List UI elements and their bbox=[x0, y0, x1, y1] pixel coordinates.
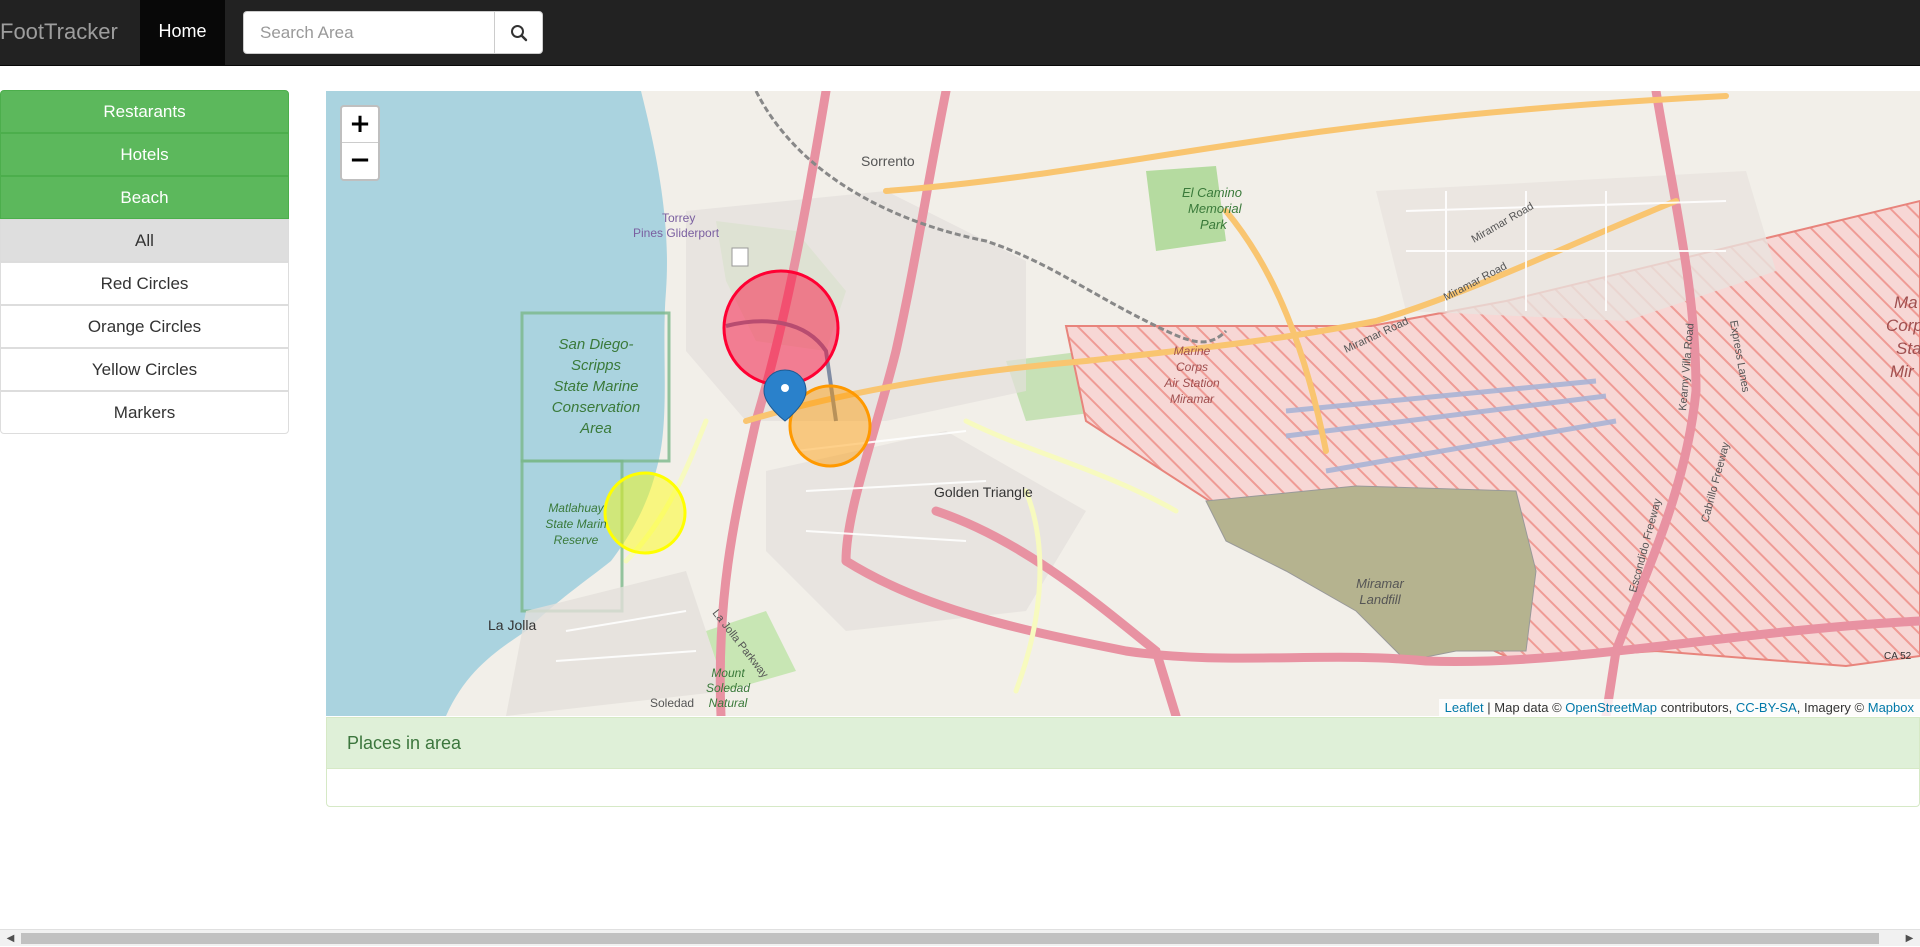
scroll-right-icon[interactable]: ▶ bbox=[1901, 930, 1918, 947]
filter-all-button[interactable]: All bbox=[0, 219, 289, 262]
label-landfill-2: Landfill bbox=[1359, 592, 1401, 607]
search-input[interactable] bbox=[243, 11, 494, 54]
label-marine-2: Corps bbox=[1176, 360, 1208, 374]
zoom-out-button[interactable]: − bbox=[342, 143, 378, 179]
search-icon bbox=[510, 24, 527, 41]
label-golden-triangle: Golden Triangle bbox=[934, 484, 1033, 500]
brand-logo[interactable]: FootTracker bbox=[0, 0, 118, 65]
scrollbar-thumb[interactable] bbox=[21, 933, 1879, 944]
label-marine-4: Miramar bbox=[1170, 392, 1215, 406]
label-marine-1: Marine bbox=[1174, 344, 1211, 358]
red-circle[interactable] bbox=[722, 269, 840, 387]
label-sdscripps-3: State Marine bbox=[553, 378, 638, 395]
map-attribution: Leaflet | Map data © OpenStreetMap contr… bbox=[1438, 699, 1920, 716]
osm-link[interactable]: OpenStreetMap bbox=[1565, 700, 1657, 715]
label-el-camino-2: Memorial bbox=[1188, 201, 1243, 216]
label-ca52: CA 52 bbox=[1884, 651, 1912, 662]
attribution-text-1: | Map data © bbox=[1483, 700, 1566, 715]
label-torrey: Torrey bbox=[662, 211, 695, 225]
layer-markers-button[interactable]: Markers bbox=[0, 391, 289, 434]
zoom-in-button[interactable]: + bbox=[342, 107, 378, 143]
leaflet-link[interactable]: Leaflet bbox=[1445, 700, 1484, 715]
label-matla-1: Matlahuay bbox=[548, 501, 604, 515]
label-mount-2: Soledad bbox=[706, 681, 750, 695]
mapbox-link[interactable]: Mapbox bbox=[1868, 700, 1914, 715]
filter-restaurants-button[interactable]: Restarants bbox=[0, 90, 289, 133]
horizontal-scrollbar[interactable]: ◀ ▶ bbox=[0, 929, 1920, 946]
label-mount-1: Mount bbox=[711, 666, 745, 680]
label-mc-right-2: Corp bbox=[1886, 316, 1920, 335]
filter-hotels-button[interactable]: Hotels bbox=[0, 133, 289, 176]
label-mc-right-4: Mir bbox=[1890, 362, 1915, 381]
broken-image-icon bbox=[731, 247, 749, 267]
label-la-jolla: La Jolla bbox=[488, 617, 536, 633]
label-sdscripps-5: Area bbox=[579, 420, 612, 437]
label-landfill-1: Miramar bbox=[1356, 576, 1404, 591]
label-matla-3: Reserve bbox=[554, 533, 599, 547]
layer-orange-circles-button[interactable]: Orange Circles bbox=[0, 305, 289, 348]
places-panel-heading: Places in area bbox=[327, 718, 1919, 769]
search-form bbox=[243, 11, 543, 54]
navbar: FootTracker Home bbox=[0, 0, 1920, 66]
map-tiles: Sorrento Torrey Pines Gliderport El Cami… bbox=[326, 91, 1920, 716]
label-matla-2: State Marin bbox=[545, 517, 607, 531]
label-sdscripps-1: San Diego- bbox=[558, 336, 633, 353]
label-marine-3: Air Station bbox=[1163, 376, 1220, 390]
label-el-camino-1: El Camino bbox=[1182, 185, 1242, 200]
layer-red-circles-button[interactable]: Red Circles bbox=[0, 262, 289, 305]
scroll-left-icon[interactable]: ◀ bbox=[2, 930, 19, 947]
label-sdscripps-2: Scripps bbox=[571, 357, 622, 374]
layer-yellow-circles-button[interactable]: Yellow Circles bbox=[0, 348, 289, 391]
label-el-camino-3: Park bbox=[1200, 217, 1228, 232]
label-soledad: Soledad bbox=[650, 696, 694, 710]
label-sorrento: Sorrento bbox=[861, 153, 915, 169]
label-mc-right-3: Sta bbox=[1896, 339, 1920, 358]
attribution-text-3: , Imagery © bbox=[1796, 700, 1868, 715]
label-sdscripps-4: Conservation bbox=[552, 399, 640, 416]
attribution-text-2: contributors, bbox=[1657, 700, 1736, 715]
nav-home-link[interactable]: Home bbox=[140, 0, 225, 65]
label-mc-right-1: Ma bbox=[1894, 293, 1918, 312]
yellow-circle[interactable] bbox=[603, 471, 687, 555]
zoom-control: + − bbox=[340, 105, 380, 181]
label-mount-3: Natural bbox=[709, 696, 748, 710]
search-button[interactable] bbox=[494, 11, 543, 54]
label-gliderport: Pines Gliderport bbox=[633, 226, 720, 240]
map[interactable]: Sorrento Torrey Pines Gliderport El Cami… bbox=[326, 91, 1920, 716]
places-panel: Places in area bbox=[326, 717, 1920, 807]
sidebar: Restarants Hotels Beach All Red Circles … bbox=[0, 90, 289, 434]
license-link[interactable]: CC-BY-SA bbox=[1736, 700, 1797, 715]
filter-beach-button[interactable]: Beach bbox=[0, 176, 289, 219]
